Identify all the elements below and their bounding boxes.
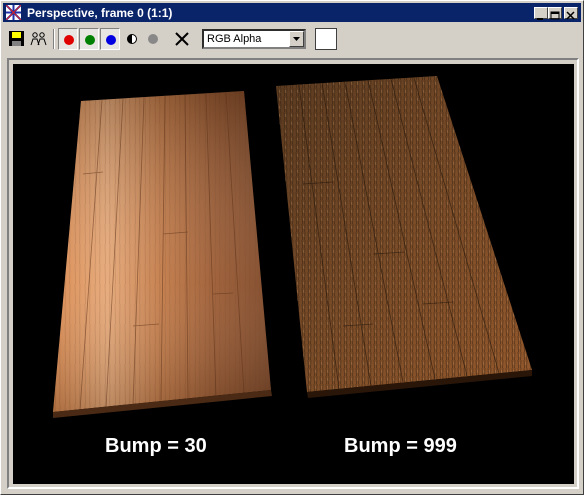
chevron-down-icon bbox=[293, 37, 300, 41]
maximize-button[interactable] bbox=[548, 7, 562, 20]
blue-channel-toggle[interactable] bbox=[100, 28, 120, 50]
green-dot-icon bbox=[85, 35, 95, 45]
blue-dot-icon bbox=[106, 35, 116, 45]
close-button[interactable] bbox=[564, 7, 578, 20]
clone-icon bbox=[30, 32, 47, 46]
color-swatch[interactable] bbox=[315, 28, 337, 50]
floppy-disk-icon bbox=[9, 31, 24, 46]
red-channel-toggle[interactable] bbox=[58, 28, 78, 50]
half-circle-icon bbox=[127, 34, 137, 44]
render-viewport bbox=[13, 64, 574, 484]
render-window: Perspective, frame 0 (1:1) RGB Alpha Bum… bbox=[0, 0, 584, 495]
app-icon bbox=[6, 5, 21, 20]
left-bump-label: Bump = 30 bbox=[105, 435, 207, 457]
window-title: Perspective, frame 0 (1:1) bbox=[27, 6, 173, 20]
clear-button[interactable] bbox=[172, 28, 192, 50]
toolbar: RGB Alpha bbox=[3, 24, 581, 54]
wood-plank-low-bump bbox=[53, 91, 272, 418]
gray-dot-icon bbox=[148, 34, 158, 44]
channel-select-value: RGB Alpha bbox=[207, 33, 262, 45]
wood-plank-high-bump bbox=[276, 76, 532, 398]
toolbar-separator bbox=[53, 29, 55, 49]
clear-x-icon bbox=[175, 32, 189, 46]
red-dot-icon bbox=[64, 35, 74, 45]
right-bump-label: Bump = 999 bbox=[344, 435, 457, 457]
clone-window-button[interactable] bbox=[29, 28, 49, 50]
minimize-button[interactable] bbox=[534, 7, 548, 20]
channel-display-select[interactable]: RGB Alpha bbox=[202, 29, 306, 49]
alpha-channel-toggle[interactable] bbox=[143, 28, 163, 50]
monochrome-toggle[interactable] bbox=[122, 28, 142, 50]
green-channel-toggle[interactable] bbox=[79, 28, 99, 50]
rendered-image bbox=[53, 76, 532, 418]
title-bar[interactable]: Perspective, frame 0 (1:1) bbox=[3, 3, 581, 22]
save-button[interactable] bbox=[7, 28, 27, 50]
dropdown-button[interactable] bbox=[289, 31, 304, 47]
